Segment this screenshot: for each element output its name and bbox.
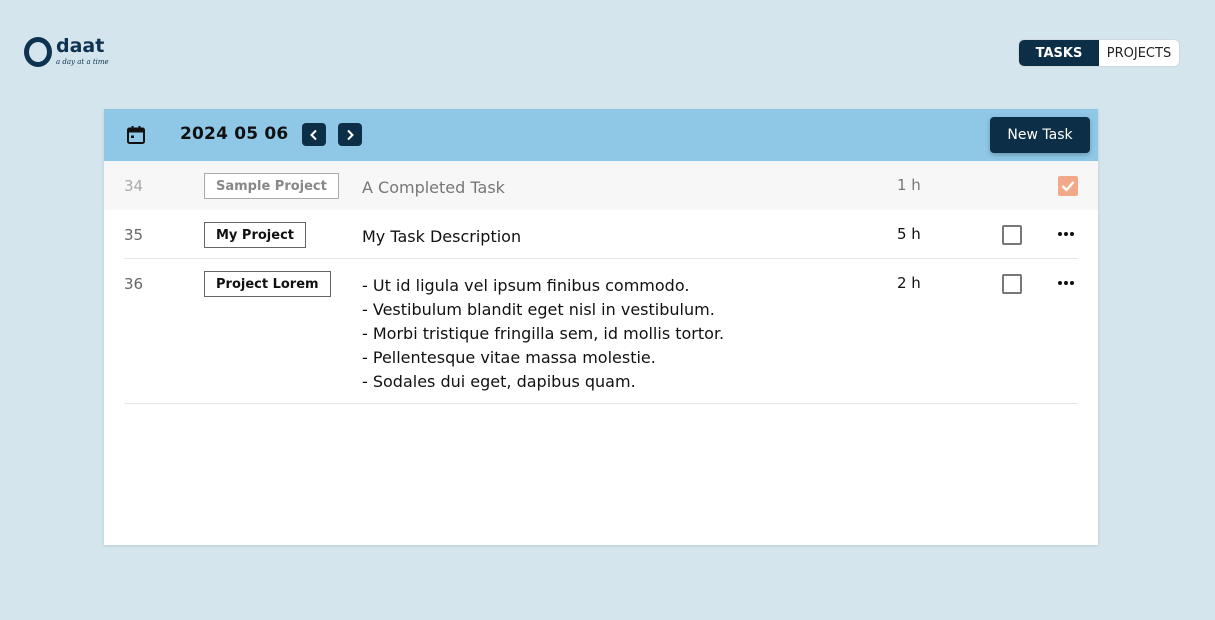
task-complete-checkbox[interactable] <box>1058 176 1078 196</box>
task-more-button[interactable] <box>1054 226 1078 242</box>
task-description: - Ut id ligula vel ipsum finibus commodo… <box>362 274 724 394</box>
task-row: 34 Sample Project A Completed Task 1 h <box>104 161 1098 210</box>
task-more-button[interactable] <box>1054 275 1078 291</box>
logo-tagline: a day at a time <box>56 58 109 66</box>
task-description: My Task Description <box>362 225 521 249</box>
app-logo[interactable]: daat a day at a time <box>22 34 122 74</box>
task-row: 35 My Project My Task Description 5 h <box>104 210 1098 259</box>
task-row: 36 Project Lorem - Ut id ligula vel ipsu… <box>104 259 1098 404</box>
task-complete-checkbox[interactable] <box>1002 225 1022 245</box>
description-line: A Completed Task <box>362 178 505 197</box>
task-description: A Completed Task <box>362 176 505 200</box>
projects-tab[interactable]: PROJECTS <box>1099 40 1179 66</box>
calendar-icon[interactable] <box>126 125 146 145</box>
checkmark-icon <box>1061 181 1075 192</box>
chevron-left-icon <box>310 129 317 140</box>
tasks-card: 2024 05 06 New Task 34 Sample Project A … <box>104 109 1098 545</box>
task-hours: 2 h <box>897 274 921 292</box>
description-line: - Morbi tristique fringilla sem, id moll… <box>362 324 725 343</box>
description-line: - Sodales dui eget, dapibus quam. <box>362 372 636 391</box>
more-horizontal-icon <box>1058 281 1074 285</box>
task-id: 36 <box>124 275 144 293</box>
task-id: 35 <box>124 226 144 244</box>
task-id: 34 <box>124 177 144 195</box>
chevron-right-icon <box>347 129 354 140</box>
task-complete-checkbox[interactable] <box>1002 274 1022 294</box>
new-task-button[interactable]: New Task <box>990 117 1090 153</box>
prev-day-button[interactable] <box>302 123 326 146</box>
description-line: - Ut id ligula vel ipsum finibus commodo… <box>362 276 690 295</box>
description-line: My Task Description <box>362 227 522 246</box>
task-hours: 5 h <box>897 225 921 243</box>
description-line: - Pellentesque vitae massa molestie. <box>362 348 656 367</box>
tasks-tab[interactable]: TASKS <box>1019 40 1099 66</box>
row-divider <box>124 403 1078 404</box>
project-tag[interactable]: My Project <box>204 222 306 248</box>
next-day-button[interactable] <box>338 123 362 146</box>
logo-wordmark: daat <box>56 35 105 57</box>
description-line: - Vestibulum blandit eget nisl in vestib… <box>362 300 715 319</box>
card-header: 2024 05 06 New Task <box>104 109 1098 161</box>
more-horizontal-icon <box>1058 232 1074 236</box>
project-tag[interactable]: Sample Project <box>204 173 339 199</box>
current-date: 2024 05 06 <box>180 124 289 144</box>
project-tag[interactable]: Project Lorem <box>204 271 331 297</box>
task-hours: 1 h <box>897 176 921 194</box>
logo-o-mark <box>24 37 52 67</box>
view-toggle: TASKS PROJECTS <box>1018 39 1180 67</box>
